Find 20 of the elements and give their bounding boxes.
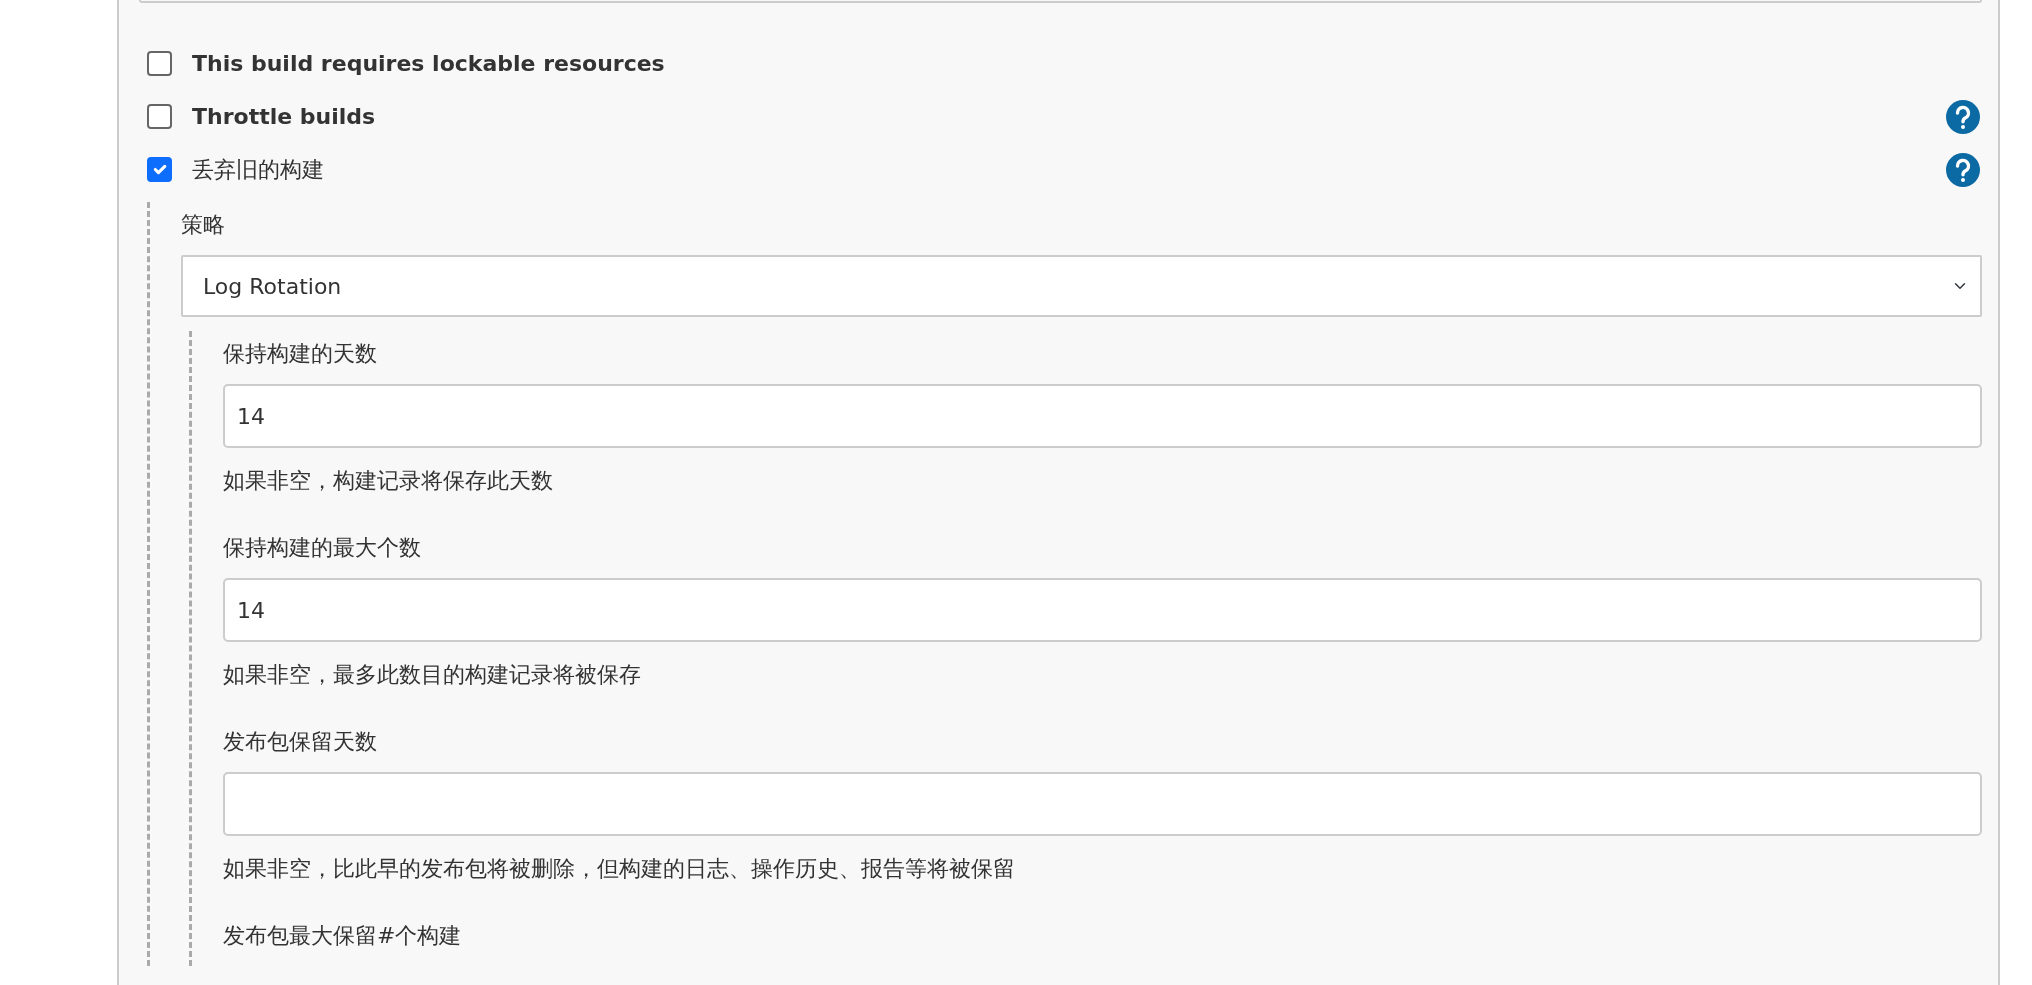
input-field[interactable]: 14 [223, 384, 1982, 448]
help-text: 如果非空，最多此数目的构建记录将被保存 [223, 661, 642, 689]
input-field[interactable] [223, 772, 1982, 836]
help-icon[interactable] [1946, 99, 1980, 134]
checkbox-label[interactable]: This build requires lockable resources [192, 47, 1982, 80]
checkbox-label[interactable]: Throttle builds [192, 100, 1946, 133]
checkbox[interactable] [147, 157, 172, 182]
strategy-dropdown[interactable]: Log Rotation [181, 255, 1982, 317]
field-label: 策略 [181, 211, 226, 239]
checkbox[interactable] [147, 51, 172, 76]
checkbox-label[interactable]: 丢弃旧的构建 [192, 153, 1946, 186]
help-text: 如果非空，构建记录将保存此天数 [223, 467, 554, 495]
field-label: 发布包保留天数 [223, 728, 378, 756]
help-icon[interactable] [1946, 152, 1980, 187]
help-text: 如果非空，比此早的发布包将被删除，但构建的日志、操作历史、报告等将被保留 [223, 855, 1016, 883]
field-label: 保持构建的天数 [223, 340, 378, 368]
field-label: 发布包最大保留#个构建 [223, 922, 463, 950]
field-label: 保持构建的最大个数 [223, 534, 422, 562]
checkbox[interactable] [147, 104, 172, 129]
input-field[interactable]: 14 [223, 578, 1982, 642]
